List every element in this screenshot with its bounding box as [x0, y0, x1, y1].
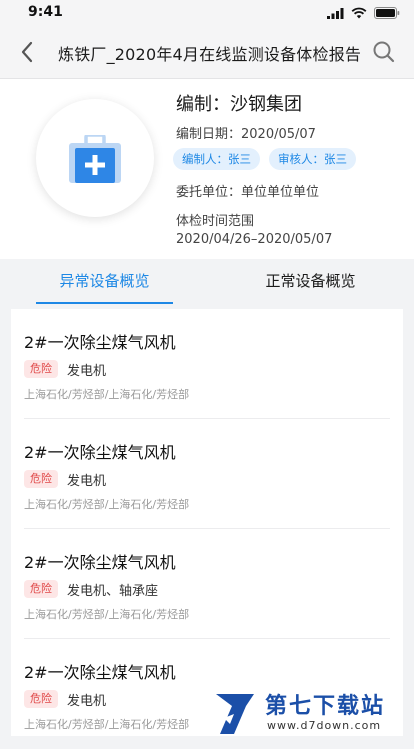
device-path: 上海石化/芳烃部/上海石化/芳烃部	[24, 608, 190, 621]
reviewer-badge: 审核人：张三	[269, 148, 356, 170]
compile-date: 编制日期：2020/05/07	[176, 127, 316, 142]
status-time: 9:41	[28, 4, 63, 20]
search-button[interactable]	[370, 38, 398, 66]
device-name: 2#一次除尘煤气风机	[24, 663, 176, 682]
report-info-card: 编制：沙钢集团 编制日期：2020/05/07 编制人：张三 审核人：张三 委托…	[0, 79, 414, 259]
danger-badge: 危险	[24, 580, 58, 598]
danger-badge: 危险	[24, 470, 58, 488]
status-bar: 9:41	[0, 0, 414, 26]
medical-kit-icon	[69, 135, 121, 183]
device-name: 2#一次除尘煤气风机	[24, 443, 176, 462]
device-path: 上海石化/芳烃部/上海石化/芳烃部	[24, 388, 190, 401]
tab-abnormal-devices[interactable]: 异常设备概览	[36, 259, 173, 305]
device-path: 上海石化/芳烃部/上海石化/芳烃部	[24, 718, 190, 731]
chevron-left-icon	[21, 41, 33, 63]
watermark-url: www.d7down.com	[267, 719, 382, 732]
editor-badge: 编制人：张三	[173, 148, 260, 170]
nav-bar: 炼铁厂_2020年4月在线监测设备体检报告	[0, 26, 414, 79]
active-tab-indicator	[36, 302, 173, 304]
device-name: 2#一次除尘煤气风机	[24, 333, 176, 352]
danger-badge: 危险	[24, 360, 58, 378]
back-button[interactable]	[14, 38, 42, 66]
tab-normal-devices[interactable]: 正常设备概览	[242, 259, 379, 305]
wifi-icon	[351, 7, 367, 19]
list-item[interactable]: 2#一次除尘煤气风机 危险 发电机、轴承座 上海石化/芳烃部/上海石化/芳烃部	[11, 529, 403, 639]
device-parts: 发电机	[67, 694, 107, 709]
list-item[interactable]: 2#一次除尘煤气风机 危险 发电机 上海石化/芳烃部/上海石化/芳烃部	[11, 309, 403, 419]
report-compiler: 编制：沙钢集团	[176, 94, 302, 115]
device-parts: 发电机	[67, 364, 107, 379]
check-range-label: 体检时间范围	[176, 214, 255, 229]
device-path: 上海石化/芳烃部/上海石化/芳烃部	[24, 498, 190, 511]
report-avatar	[36, 99, 154, 217]
tab-bar: 异常设备概览 正常设备概览	[0, 259, 414, 309]
watermark-title: 第七下载站	[265, 694, 386, 719]
watermark: 第七下载站 www.d7down.com	[210, 688, 414, 736]
search-icon	[373, 41, 395, 63]
device-list: 2#一次除尘煤气风机 危险 发电机 上海石化/芳烃部/上海石化/芳烃部 2#一次…	[11, 309, 403, 736]
signal-icon	[327, 7, 344, 19]
device-name: 2#一次除尘煤气风机	[24, 553, 176, 572]
battery-icon	[374, 7, 400, 19]
danger-badge: 危险	[24, 690, 58, 708]
list-item[interactable]: 2#一次除尘煤气风机 危险 发电机 上海石化/芳烃部/上海石化/芳烃部	[11, 419, 403, 529]
check-range-value: 2020/04/26–2020/05/07	[176, 232, 333, 247]
device-parts: 发电机、轴承座	[67, 584, 159, 599]
page-title: 炼铁厂_2020年4月在线监测设备体检报告	[58, 45, 362, 64]
watermark-logo-icon	[216, 694, 254, 734]
status-icons	[327, 6, 400, 20]
device-parts: 发电机	[67, 474, 107, 489]
client-unit: 委托单位：单位单位单位	[176, 185, 320, 200]
